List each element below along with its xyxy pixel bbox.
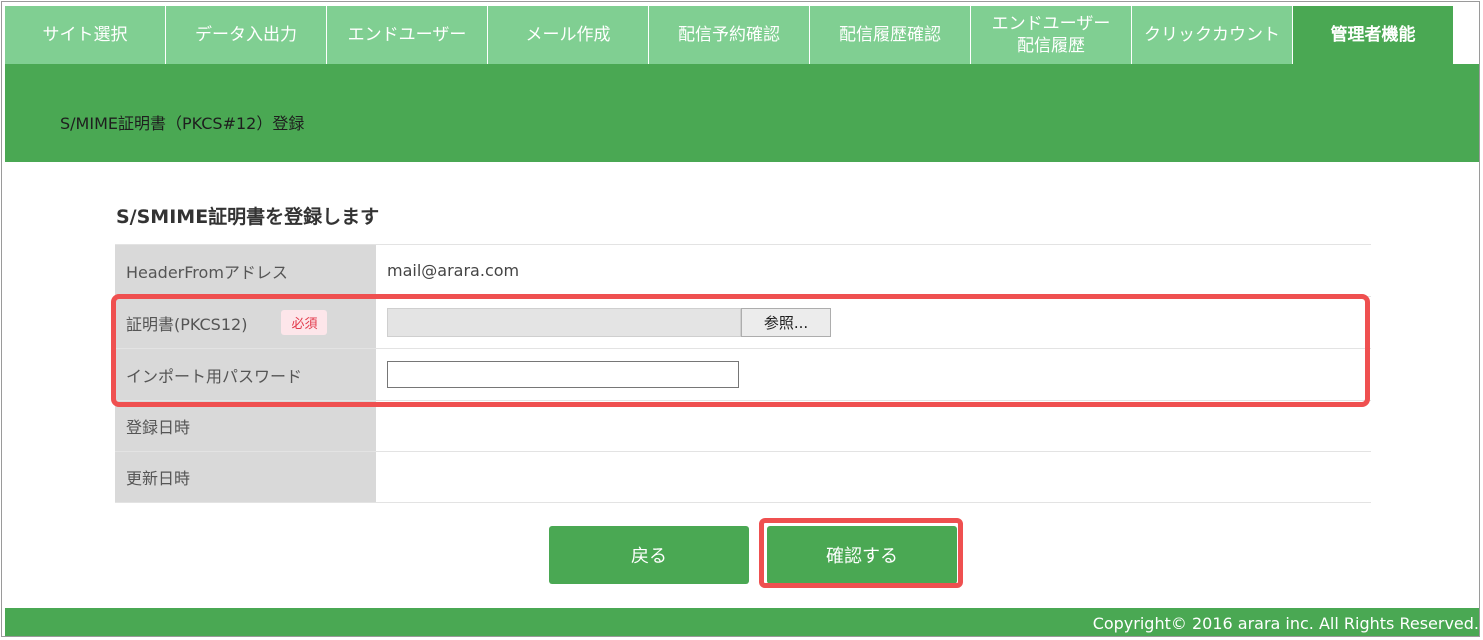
cert-value-cell: 参照... [376, 297, 1371, 348]
form-row-updated: 更新日時 [115, 452, 1371, 503]
password-value-cell [376, 349, 1371, 400]
header-from-label: HeaderFromアドレス [115, 245, 376, 296]
page-title: S/MIME証明書（PKCS#12）登録 [60, 114, 305, 133]
cert-file-path-field[interactable] [387, 308, 741, 337]
registered-label: 登録日時 [115, 401, 376, 451]
tab-mail-compose[interactable]: メール作成 [488, 6, 648, 64]
tab-end-user-delivery-history[interactable]: エンドユーザー 配信履歴 [971, 6, 1131, 64]
cert-file-picker: 参照... [387, 308, 831, 337]
form-row-password: インポート用パスワード [115, 349, 1371, 401]
copyright-text: Copyright© 2016 arara inc. All Rights Re… [1092, 613, 1479, 633]
cert-label: 証明書(PKCS12) [126, 314, 248, 334]
app-frame: サイト選択 データ入出力 エンドユーザー メール作成 配信予約確認 配信履歴確認… [1, 1, 1480, 637]
tab-scheduled-delivery[interactable]: 配信予約確認 [649, 6, 809, 64]
password-label: インポート用パスワード [115, 349, 376, 400]
import-password-input[interactable] [387, 361, 739, 388]
cert-label-cell: 証明書(PKCS12) 必須 [115, 297, 376, 348]
tab-delivery-history[interactable]: 配信履歴確認 [810, 6, 970, 64]
tab-admin-functions[interactable]: 管理者機能 [1293, 6, 1453, 64]
form-row-header-from: HeaderFromアドレス mail@arara.com [115, 245, 1371, 297]
form-row-certificate: 証明書(PKCS12) 必須 参照... [115, 297, 1371, 349]
updated-value [376, 452, 1371, 502]
header-from-value: mail@arara.com [376, 245, 1371, 296]
cert-form-table: HeaderFromアドレス mail@arara.com 証明書(PKCS12… [115, 244, 1371, 503]
confirm-button[interactable]: 確認する [767, 526, 957, 584]
back-button[interactable]: 戻る [549, 526, 749, 584]
top-nav: サイト選択 データ入出力 エンドユーザー メール作成 配信予約確認 配信履歴確認… [5, 6, 1454, 64]
required-badge: 必須 [281, 310, 328, 335]
updated-label: 更新日時 [115, 452, 376, 502]
footer: Copyright© 2016 arara inc. All Rights Re… [5, 608, 1479, 636]
browse-button[interactable]: 参照... [741, 308, 831, 337]
section-heading: S/SMIME証明書を登録します [116, 206, 380, 228]
tab-site-select[interactable]: サイト選択 [5, 6, 165, 64]
form-row-registered: 登録日時 [115, 401, 1371, 452]
tab-click-count[interactable]: クリックカウント [1132, 6, 1292, 64]
tab-data-io[interactable]: データ入出力 [166, 6, 326, 64]
registered-value [376, 401, 1371, 451]
tab-end-user[interactable]: エンドユーザー [327, 6, 487, 64]
